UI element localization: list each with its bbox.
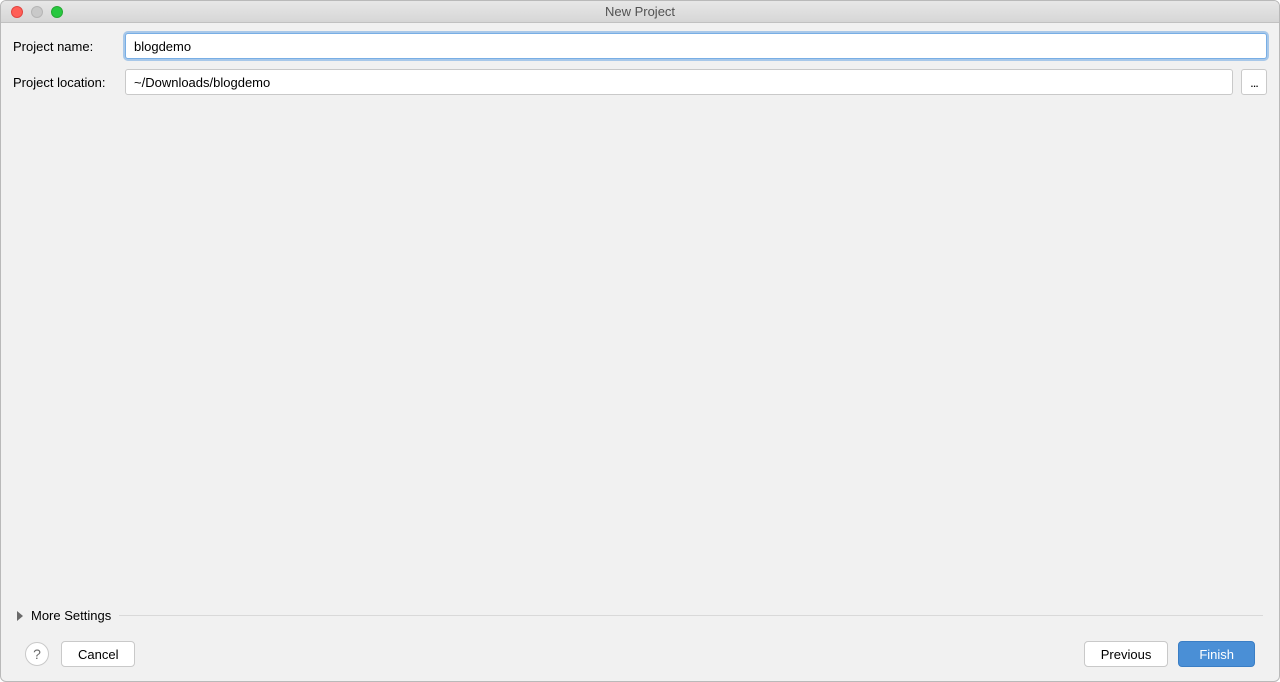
minimize-icon: [31, 6, 43, 18]
more-settings-expander[interactable]: More Settings: [13, 602, 1267, 629]
dialog-content: Project name: Project location: ... More…: [1, 23, 1279, 681]
project-name-row: Project name:: [13, 33, 1267, 59]
project-name-input[interactable]: [125, 33, 1267, 59]
titlebar: New Project: [1, 1, 1279, 23]
content-spacer: [13, 105, 1267, 602]
help-icon: ?: [33, 646, 41, 662]
help-button[interactable]: ?: [25, 642, 49, 666]
zoom-icon[interactable]: [51, 6, 63, 18]
cancel-button[interactable]: Cancel: [61, 641, 135, 667]
previous-button[interactable]: Previous: [1084, 641, 1169, 667]
footer-right: Previous Finish: [1084, 641, 1255, 667]
window-title: New Project: [1, 4, 1279, 19]
chevron-right-icon: [17, 611, 23, 621]
project-location-input[interactable]: [125, 69, 1233, 95]
project-location-label: Project location:: [13, 75, 125, 90]
project-location-row: Project location: ...: [13, 69, 1267, 95]
finish-button[interactable]: Finish: [1178, 641, 1255, 667]
new-project-dialog: New Project Project name: Project locati…: [0, 0, 1280, 682]
window-controls: [1, 6, 63, 18]
divider: [119, 615, 1263, 616]
dialog-footer: ? Cancel Previous Finish: [13, 629, 1267, 681]
browse-button[interactable]: ...: [1241, 69, 1267, 95]
project-name-label: Project name:: [13, 39, 125, 54]
footer-left: ? Cancel: [25, 641, 135, 667]
close-icon[interactable]: [11, 6, 23, 18]
more-settings-label: More Settings: [31, 608, 111, 623]
